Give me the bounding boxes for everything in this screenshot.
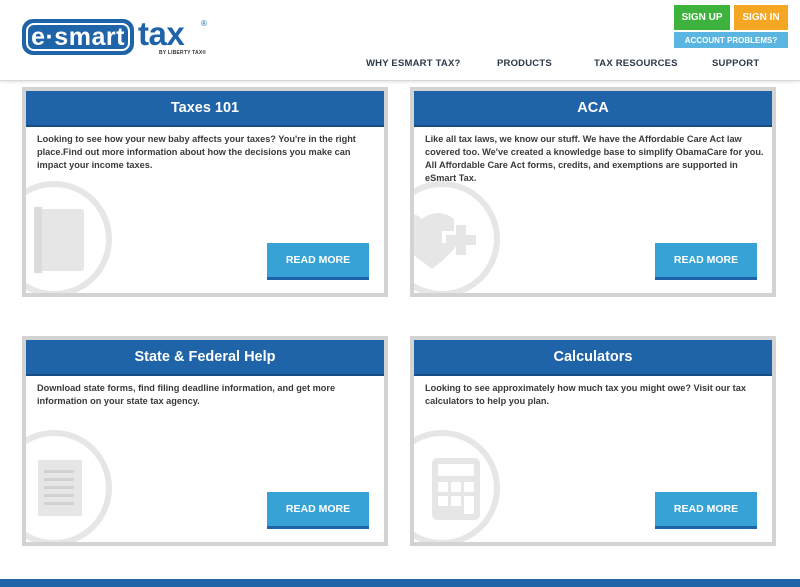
card-description: Looking to see approximately how much ta… (425, 383, 746, 406)
read-more-button[interactable]: READ MORE (655, 492, 757, 529)
logo-tax-text: tax (138, 15, 185, 52)
card-aca: ACA Like all tax laws, we know our stuff… (410, 87, 776, 297)
read-more-button[interactable]: READ MORE (655, 243, 757, 280)
card-state-federal-help: State & Federal Help Download state form… (22, 336, 388, 546)
nav-products[interactable]: PRODUCTS (497, 58, 552, 69)
nav-why-esmart-tax[interactable]: WHY ESMART TAX? (366, 58, 460, 69)
account-problems-button[interactable]: ACCOUNT PROBLEMS? (674, 32, 788, 48)
logo-pill-text: e·smart (26, 23, 130, 51)
logo-registered-mark: ® (201, 19, 207, 28)
read-more-button[interactable]: READ MORE (267, 492, 369, 529)
nav-support[interactable]: SUPPORT (712, 58, 759, 69)
card-description: Download state forms, find filing deadli… (37, 383, 336, 406)
heart-plus-icon (414, 181, 500, 293)
main-nav: WHY ESMART TAX? PRODUCTS TAX RESOURCES S… (0, 58, 800, 72)
document-icon (26, 181, 112, 293)
read-more-button[interactable]: READ MORE (267, 243, 369, 280)
card-title: Calculators (414, 340, 772, 376)
card-title: Taxes 101 (26, 91, 384, 127)
card-calculators: Calculators Looking to see approximately… (410, 336, 776, 546)
sign-in-button[interactable]: SIGN IN (734, 5, 788, 30)
card-taxes-101: Taxes 101 Looking to see how your new ba… (22, 87, 388, 297)
forms-icon (26, 430, 112, 542)
sign-up-button[interactable]: SIGN UP (674, 5, 730, 30)
card-description: Like all tax laws, we know our stuff. We… (425, 134, 764, 183)
card-title: ACA (414, 91, 772, 127)
calculator-icon (414, 430, 500, 542)
logo-subtitle: BY LIBERTY TAX® (159, 50, 207, 56)
logo-pill: e·smart (22, 19, 134, 55)
footer-bar (0, 579, 800, 587)
site-header: e·smart tax ® BY LIBERTY TAX® SIGN UP SI… (0, 0, 800, 81)
card-title: State & Federal Help (26, 340, 384, 376)
nav-tax-resources[interactable]: TAX RESOURCES (594, 58, 678, 69)
card-description: Looking to see how your new baby affects… (37, 134, 356, 170)
esmart-tax-logo[interactable]: e·smart tax ® BY LIBERTY TAX® (22, 15, 207, 59)
